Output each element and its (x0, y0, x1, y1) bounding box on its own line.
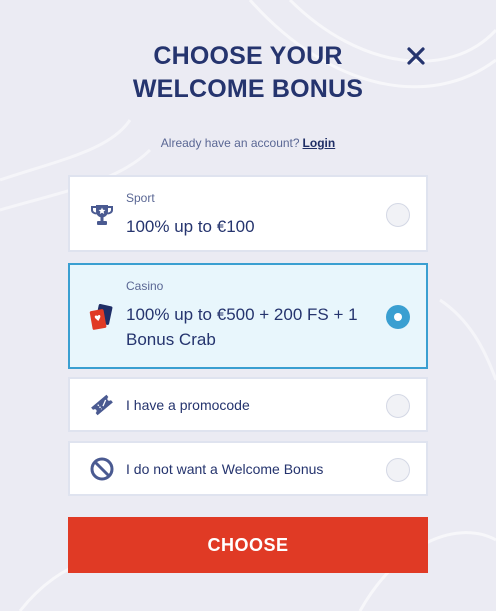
account-prompt-line: Already have an account? Login (0, 136, 496, 150)
option-label: I do not want a Welcome Bonus (126, 461, 324, 477)
bonus-option-promocode[interactable]: I have a promocode (68, 377, 428, 432)
playing-cards-icon (88, 303, 116, 331)
radio-button[interactable] (386, 394, 410, 418)
close-button[interactable] (402, 42, 430, 70)
bonus-option-casino[interactable]: Casino 100% up to €500 + 200 FS + 1 Bonu… (68, 263, 428, 369)
modal-title: CHOOSE YOUR WELCOME BONUS (132, 42, 364, 103)
option-label: I have a promocode (126, 397, 250, 413)
welcome-bonus-modal: CHOOSE YOUR WELCOME BONUS Already have a… (0, 0, 496, 611)
login-link[interactable]: Login (303, 136, 336, 150)
radio-button-checked[interactable] (386, 305, 410, 329)
ticket-icon (88, 391, 116, 419)
trophy-icon (88, 201, 116, 229)
bonus-option-none[interactable]: I do not want a Welcome Bonus (68, 441, 428, 496)
account-prompt: Already have an account? (160, 136, 300, 150)
choose-button[interactable]: CHOOSE (68, 517, 428, 573)
radio-button[interactable] (386, 203, 410, 227)
close-icon (407, 47, 425, 65)
option-category: Casino (126, 279, 164, 293)
option-title: 100% up to €100 (126, 217, 255, 236)
radio-button[interactable] (386, 458, 410, 482)
bonus-option-sport[interactable]: Sport 100% up to €100 (68, 175, 428, 252)
option-title: 100% up to €500 + 200 FS + 1 Bonus Crab (126, 305, 358, 349)
option-category: Sport (126, 191, 155, 205)
no-entry-icon (88, 455, 116, 483)
